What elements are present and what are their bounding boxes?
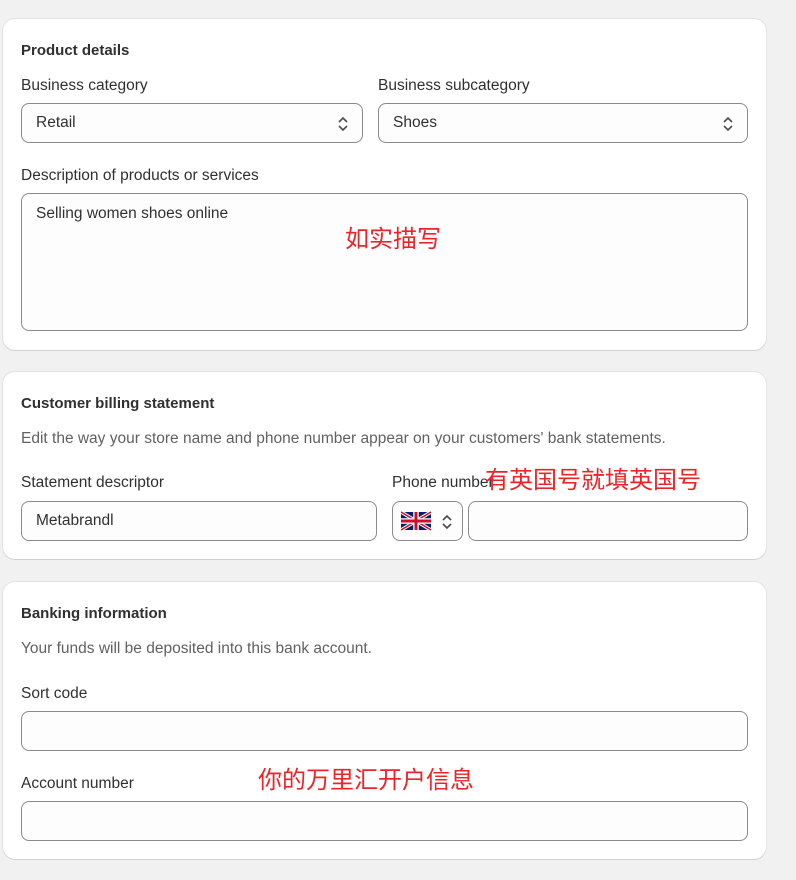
business-category-label: Business category xyxy=(21,77,148,94)
statement-descriptor-label: Statement descriptor xyxy=(21,474,165,491)
statement-descriptor-value: Metabrandl xyxy=(36,512,114,529)
billing-statement-help: Edit the way your store name and phone n… xyxy=(21,430,666,447)
phone-country-select[interactable] xyxy=(392,501,463,541)
description-label: Description of products or services xyxy=(21,167,259,184)
phone-number-input[interactable] xyxy=(468,501,748,541)
description-textarea[interactable]: Selling women shoes online xyxy=(21,193,748,331)
business-subcategory-select[interactable]: Shoes xyxy=(378,103,748,143)
select-chevron-icon xyxy=(723,116,733,132)
billing-statement-title: Customer billing statement xyxy=(21,395,215,412)
account-number-input[interactable] xyxy=(21,801,748,841)
banking-information-card: Banking information Your funds will be d… xyxy=(3,582,766,859)
phone-number-label: Phone number xyxy=(392,474,494,491)
description-value: Selling women shoes online xyxy=(36,205,229,222)
billing-statement-card: Customer billing statement Edit the way … xyxy=(3,372,766,559)
product-details-card: Product details Business category Retail… xyxy=(3,19,766,350)
product-details-title: Product details xyxy=(21,42,130,59)
account-number-label: Account number xyxy=(21,775,134,792)
description-annotation: 如实描写 xyxy=(345,225,441,253)
sort-code-input[interactable] xyxy=(21,711,748,751)
business-category-select[interactable]: Retail xyxy=(21,103,363,143)
statement-descriptor-input[interactable]: Metabrandl xyxy=(21,501,377,541)
uk-flag-icon xyxy=(401,511,431,531)
select-chevron-icon xyxy=(338,116,348,132)
banking-annotation: 你的万里汇开户信息 xyxy=(258,766,474,794)
business-category-value: Retail xyxy=(36,114,76,131)
sort-code-label: Sort code xyxy=(21,685,88,702)
banking-information-title: Banking information xyxy=(21,605,167,622)
select-chevron-icon xyxy=(442,514,452,530)
business-subcategory-value: Shoes xyxy=(393,114,437,131)
business-subcategory-label: Business subcategory xyxy=(378,77,530,94)
banking-information-help: Your funds will be deposited into this b… xyxy=(21,640,372,657)
phone-annotation: 有英国号就填英国号 xyxy=(485,466,701,494)
